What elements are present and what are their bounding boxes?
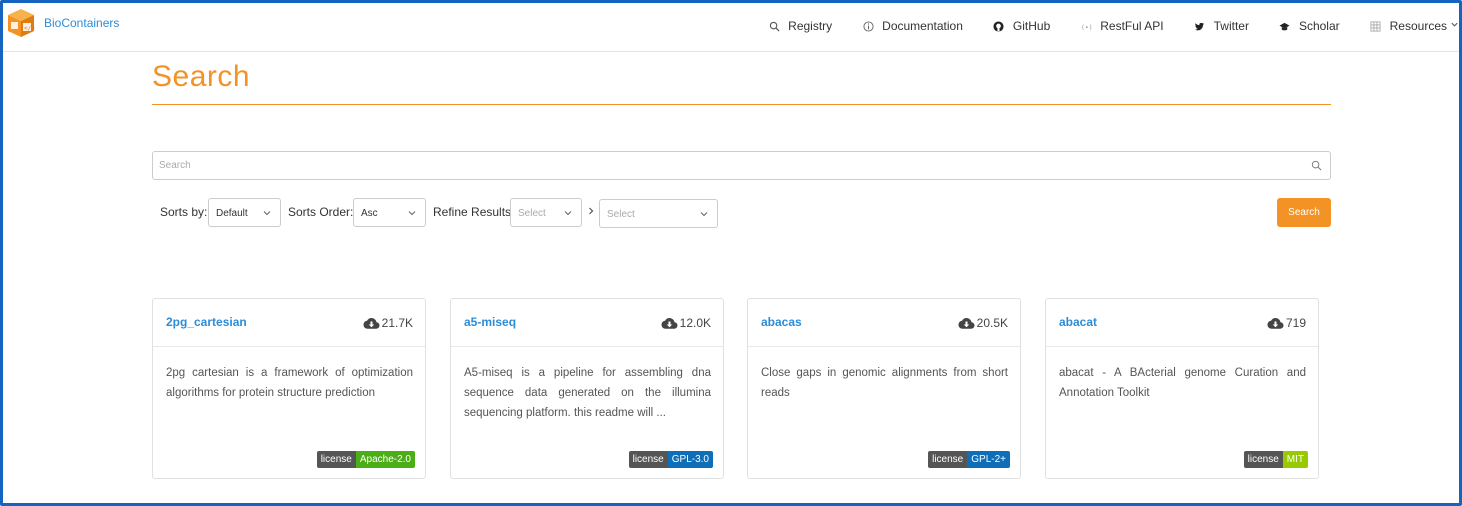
tool-name-link[interactable]: abacat [1059,315,1097,329]
refine-category-select[interactable]: Select [510,198,582,227]
cloud-download-icon [363,317,380,329]
card-header: a5-miseq 12.0K [451,299,723,347]
license-badge: license Apache-2.0 [316,451,415,468]
tool-description: Close gaps in genomic alignments from sh… [761,367,1008,399]
nav-github-label: GitHub [1012,19,1051,33]
download-count-value: 719 [1285,316,1306,330]
top-navbar: </> BioContainers Registry Documentation… [3,3,1459,52]
license-badge-value: GPL-3.0 [667,451,713,468]
download-count: 21.7K [363,316,413,330]
download-count: 719 [1267,316,1306,330]
tool-card-abacas[interactable]: abacas 20.5K Close gaps in genomic align… [747,298,1021,479]
license-badge: license GPL-3.0 [628,451,713,468]
nav-resources-label: Resources [1389,19,1447,33]
cloud-download-icon [958,317,975,329]
sort-by-label: Sorts by: [160,205,208,219]
tool-name-link[interactable]: abacas [761,315,802,329]
license-badge-value: Apache-2.0 [355,451,415,468]
sort-order-value: Asc [361,208,378,219]
license-badge-value: MIT [1282,451,1308,468]
tool-card-2pg-cartesian[interactable]: 2pg_cartesian 21.7K 2pg cartesian is a f… [152,298,426,479]
refine-results-label: Refine Results: [433,205,515,219]
download-count: 12.0K [661,316,711,330]
license-badge: license GPL-2+ [928,451,1010,468]
sort-order-label: Sorts Order: [288,205,354,219]
download-count-value: 21.7K [381,316,413,330]
refine-category-placeholder: Select [518,208,546,219]
chevron-down-icon [700,212,708,217]
license-badge-key: license [316,451,356,468]
grid-icon [1370,20,1382,32]
nav-scholar-label: Scholar [1298,19,1340,33]
chevron-right-icon [587,206,595,219]
tool-description: 2pg cartesian is a framework of optimiza… [166,367,413,399]
refine-value-select[interactable]: Select [599,199,718,228]
download-count-value: 20.5K [976,316,1008,330]
chevron-down-icon [263,211,271,216]
nav-links: Registry Documentation GitHub (•) RestFu… [768,3,1459,49]
page-title: Search [152,60,251,93]
nav-twitter-label: Twitter [1213,19,1249,33]
nav-restful-api-label: RestFul API [1100,19,1164,33]
search-icon[interactable] [1311,160,1322,171]
chevron-down-icon [408,211,416,216]
nav-registry-label: Registry [788,19,833,33]
download-count-value: 12.0K [679,316,711,330]
card-header: 2pg_cartesian 21.7K [153,299,425,347]
refine-value-placeholder: Select [607,209,635,220]
tool-name-link[interactable]: 2pg_cartesian [166,315,247,329]
card-header: abacat 719 [1046,299,1318,347]
card-header: abacas 20.5K [748,299,1020,347]
nav-twitter[interactable]: Twitter [1194,19,1249,33]
search-button[interactable]: Search [1277,198,1331,227]
sort-by-select[interactable]: Default [208,198,281,227]
brand-name: BioContainers [44,16,120,30]
nav-documentation[interactable]: Documentation [862,19,963,33]
license-badge-key: license [1243,451,1283,468]
search-icon [768,20,780,32]
cloud-download-icon [661,317,678,329]
sort-by-value: Default [216,208,248,219]
info-icon [862,20,874,32]
cloud-download-icon [1267,317,1284,329]
nav-github[interactable]: GitHub [993,19,1050,33]
title-divider [152,104,1331,105]
chevron-down-icon [1450,20,1459,32]
svg-text:(•): (•) [1081,23,1092,31]
twitter-icon [1194,20,1206,32]
search-input[interactable] [153,152,1330,179]
license-badge-key: license [928,451,968,468]
nav-registry[interactable]: Registry [768,19,832,33]
svg-text:</>: </> [24,25,35,32]
tool-description: A5-miseq is a pipeline for assembling dn… [464,367,711,419]
nav-documentation-label: Documentation [882,19,963,33]
nav-scholar[interactable]: Scholar [1279,19,1340,33]
graduation-cap-icon [1279,20,1291,32]
tool-card-abacat[interactable]: abacat 719 abacat - A BActerial genome C… [1045,298,1319,479]
download-count: 20.5K [958,316,1008,330]
tool-card-a5-miseq[interactable]: a5-miseq 12.0K A5-miseq is a pipeline fo… [450,298,724,479]
api-icon: (•) [1080,20,1092,32]
nav-restful-api[interactable]: (•) RestFul API [1080,19,1164,33]
sort-order-select[interactable]: Asc [353,198,426,227]
chevron-down-icon [564,211,572,216]
search-field[interactable] [152,151,1331,180]
license-badge-value: GPL-2+ [967,451,1010,468]
brand-link[interactable]: </> BioContainers [5,7,119,39]
tool-description: abacat - A BActerial genome Curation and… [1059,367,1306,399]
nav-resources[interactable]: Resources [1370,19,1459,33]
biocontainers-logo-icon: </> [8,9,35,37]
tool-name-link[interactable]: a5-miseq [464,315,516,329]
license-badge: license MIT [1243,451,1308,468]
license-badge-key: license [628,451,668,468]
github-icon [993,20,1005,32]
